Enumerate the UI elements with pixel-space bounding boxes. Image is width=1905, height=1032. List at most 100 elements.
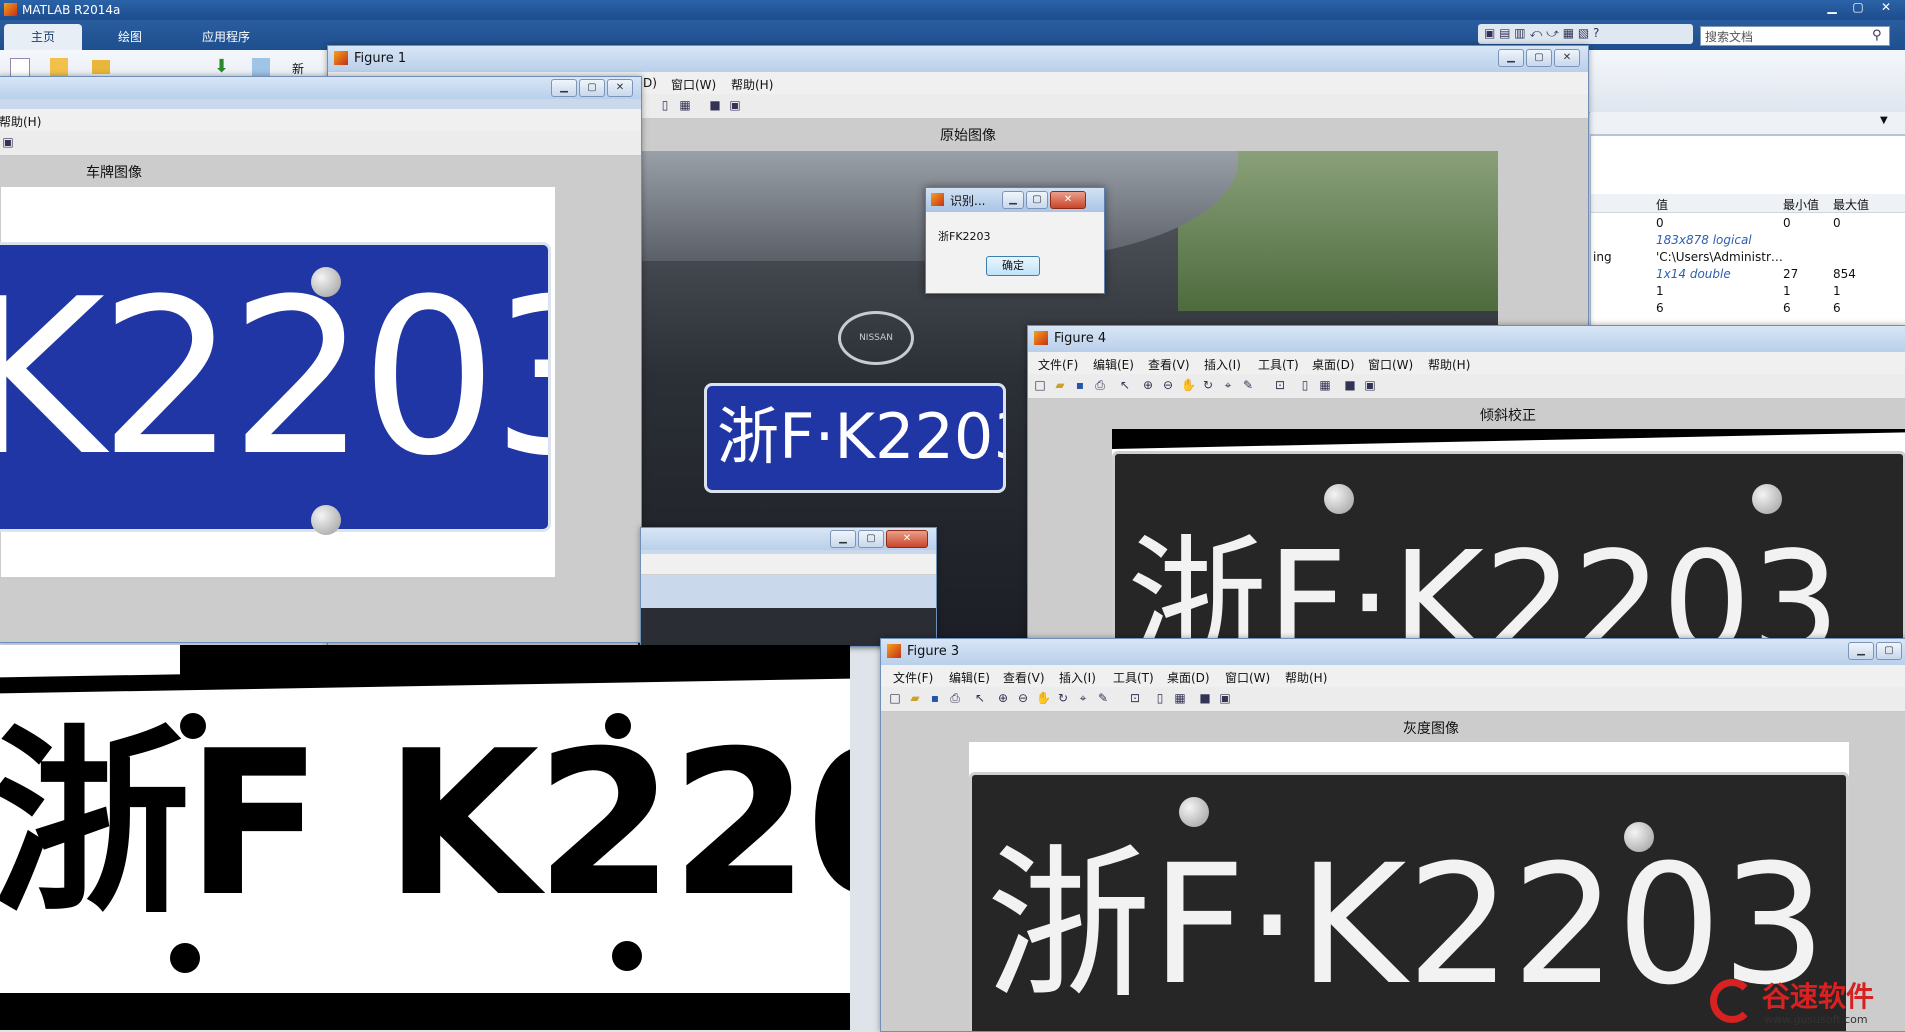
workspace-row[interactable]: 1 1 1 [1591, 284, 1905, 301]
menu-desktop[interactable]: 桌面(D) [1312, 356, 1355, 373]
figure4-title-bar[interactable]: Figure 4 [1028, 326, 1905, 352]
colorbar-icon[interactable]: ▯ [1153, 691, 1167, 705]
search-docs-input[interactable]: 搜索文档 [1700, 26, 1890, 46]
minimize-button[interactable]: ▁ [1498, 49, 1524, 67]
menu-help[interactable]: 帮助(H) [1285, 669, 1327, 686]
maximize-button[interactable]: ▢ [579, 79, 605, 97]
zoom-in-icon[interactable]: ⊕ [1141, 378, 1155, 392]
pan-icon[interactable]: ✋ [1036, 691, 1051, 705]
menu-file[interactable]: 文件(F) [1038, 356, 1078, 373]
print-icon[interactable]: ⎙ [1093, 378, 1107, 392]
close-button[interactable]: ✕ [607, 79, 633, 97]
new-figure-icon[interactable]: □ [1033, 378, 1047, 392]
workspace-col-max[interactable]: 最大值 [1833, 196, 1869, 213]
menu-tools[interactable]: 工具(T) [1258, 356, 1299, 373]
workspace-row[interactable]: ing 'C:\Users\Administr… [1591, 250, 1905, 267]
chevron-down-icon[interactable]: ▼ [1880, 115, 1888, 126]
maximize-button[interactable]: ▢ [858, 530, 884, 548]
rotate-icon[interactable]: ↻ [1201, 378, 1215, 392]
data-cursor-icon[interactable]: ⌖ [1221, 378, 1235, 392]
menu-edit[interactable]: 编辑(E) [949, 669, 990, 686]
minimize-button[interactable]: ▁ [551, 79, 577, 97]
legend-icon[interactable]: ▦ [1318, 378, 1332, 392]
minimize-button[interactable]: ▁ [830, 530, 856, 548]
print-icon[interactable]: ⎙ [948, 691, 962, 705]
menu-tools[interactable]: 工具(T) [1113, 669, 1154, 686]
close-icon[interactable]: ✕ [1874, 0, 1898, 16]
pointer-icon[interactable]: ↖ [1118, 378, 1132, 392]
figure1-title-bar[interactable]: Figure 1 ▁ ▢ ✕ [328, 46, 1588, 72]
menu-desktop[interactable]: 桌面(D) [1167, 669, 1210, 686]
minimize-button[interactable]: ▁ [1002, 191, 1024, 209]
link-plot-icon[interactable]: ⊡ [1128, 691, 1142, 705]
zoom-out-icon[interactable]: ⊖ [1161, 378, 1175, 392]
search-icon[interactable]: ⚲ [1872, 28, 1882, 43]
workspace-address-bar[interactable]: ▼ [1590, 112, 1905, 135]
workspace-icon[interactable] [252, 58, 270, 76]
data-cursor-icon[interactable]: ⌖ [1076, 691, 1090, 705]
tab-apps[interactable]: 应用程序 [176, 24, 276, 50]
menu-view[interactable]: 查看(V) [1148, 356, 1190, 373]
close-button[interactable]: ✕ [1554, 49, 1580, 67]
menu-help[interactable]: 帮助(H) [1428, 356, 1470, 373]
plate-figure-title-bar[interactable]: ▁ ▢ ✕ [0, 77, 641, 99]
show-plot-tools-icon[interactable]: ▣ [728, 98, 742, 112]
brush-icon[interactable]: ✎ [1096, 691, 1110, 705]
ribbon-new-label[interactable]: 新 [292, 60, 304, 77]
show-plot-tools-icon[interactable]: ▣ [1, 135, 15, 149]
import-data-icon[interactable]: ⬇ [214, 56, 229, 77]
workspace-row[interactable]: 0 0 0 [1591, 216, 1905, 233]
menu-file[interactable]: 文件(F) [893, 669, 933, 686]
hide-plot-tools-icon[interactable]: ■ [708, 98, 722, 112]
close-button[interactable]: ✕ [1050, 191, 1086, 209]
save-icon[interactable]: ▪ [1073, 378, 1087, 392]
open-icon[interactable]: ▰ [908, 691, 922, 705]
workspace-row[interactable]: 1x14 double 27 854 [1591, 267, 1905, 284]
link-plot-icon[interactable]: ⊡ [1273, 378, 1287, 392]
figure3-title-bar[interactable]: Figure 3 ▁ ▢ [881, 639, 1905, 665]
workspace-row[interactable]: 6 6 6 [1591, 301, 1905, 318]
zoom-out-icon[interactable]: ⊖ [1016, 691, 1030, 705]
maximize-button[interactable]: ▢ [1026, 191, 1048, 209]
workspace-row[interactable]: 183x878 logical [1591, 233, 1905, 250]
minimize-icon[interactable]: ▁ [1820, 0, 1844, 16]
menu-window[interactable]: 窗口(W) [1368, 356, 1413, 373]
menu-desktop[interactable]: D) [643, 76, 657, 90]
legend-icon[interactable]: ▦ [678, 98, 692, 112]
new-script-icon[interactable] [10, 58, 30, 78]
quick-access-icons[interactable]: ▣ ▤ ▥ ⤺ ⤻ ▦ ▧ ? [1484, 26, 1599, 41]
hide-plot-tools-icon[interactable]: ■ [1198, 691, 1212, 705]
colorbar-icon[interactable]: ▯ [658, 98, 672, 112]
open-icon[interactable]: ▰ [1053, 378, 1067, 392]
menu-window[interactable]: 窗口(W) [671, 76, 716, 93]
menu-insert[interactable]: 插入(I) [1059, 669, 1096, 686]
colorbar-icon[interactable]: ▯ [1298, 378, 1312, 392]
close-button[interactable]: ✕ [886, 530, 928, 548]
menu-help[interactable]: 帮助(H) [0, 113, 41, 130]
menu-help[interactable]: 帮助(H) [731, 76, 773, 93]
workspace-col-min[interactable]: 最小值 [1783, 196, 1819, 213]
pointer-icon[interactable]: ↖ [973, 691, 987, 705]
menu-edit[interactable]: 编辑(E) [1093, 356, 1134, 373]
dialog-title-bar[interactable]: 识别... ▁ ▢ ✕ [926, 188, 1104, 212]
rotate-icon[interactable]: ↻ [1056, 691, 1070, 705]
save-icon[interactable]: ▪ [928, 691, 942, 705]
menu-view[interactable]: 查看(V) [1003, 669, 1045, 686]
show-plot-tools-icon[interactable]: ▣ [1218, 691, 1232, 705]
hidden-figure-title-bar[interactable]: ▁ ▢ ✕ [641, 528, 936, 550]
tab-home[interactable]: 主页 [4, 24, 82, 50]
maximize-icon[interactable]: ▢ [1846, 0, 1870, 16]
ok-button[interactable]: 确定 [986, 256, 1040, 276]
hide-plot-tools-icon[interactable]: ■ [1343, 378, 1357, 392]
maximize-button[interactable]: ▢ [1526, 49, 1552, 67]
menu-window[interactable]: 窗口(W) [1225, 669, 1270, 686]
show-plot-tools-icon[interactable]: ▣ [1363, 378, 1377, 392]
new-icon[interactable] [50, 58, 68, 76]
maximize-button[interactable]: ▢ [1876, 642, 1902, 660]
brush-icon[interactable]: ✎ [1241, 378, 1255, 392]
tab-plots[interactable]: 绘图 [90, 24, 170, 50]
legend-icon[interactable]: ▦ [1173, 691, 1187, 705]
open-icon[interactable] [92, 60, 110, 74]
workspace-col-value[interactable]: 值 [1656, 196, 1668, 213]
menu-insert[interactable]: 插入(I) [1204, 356, 1241, 373]
